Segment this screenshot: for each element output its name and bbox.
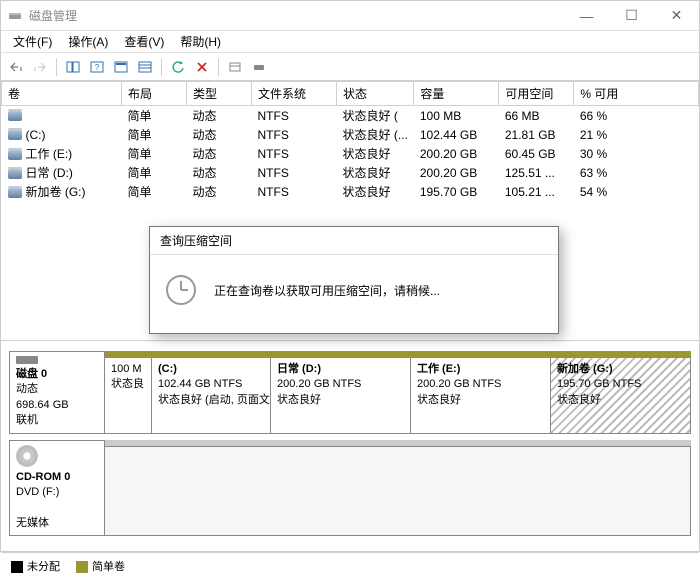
partition-g[interactable]: 新加卷 (G:) 195.70 GB NTFS 状态良好 (550, 357, 691, 434)
volume-icon (8, 188, 22, 198)
disk-title: 磁盘 0 (16, 368, 47, 380)
partition-d[interactable]: 日常 (D:) 200.20 GB NTFS 状态良好 (270, 357, 411, 434)
disk-state: 联机 (16, 414, 38, 426)
cdrom-header[interactable]: CD-ROM 0 DVD (F:) 无媒体 (9, 440, 105, 537)
disk-layout-button[interactable] (248, 56, 270, 78)
table-row[interactable]: 简单动态NTFS状态良好 (100 MB66 MB66 % (2, 106, 699, 126)
col-status[interactable]: 状态 (337, 82, 414, 106)
cdrom-partition[interactable] (104, 446, 691, 537)
cdrom-icon (16, 445, 38, 467)
volume-table: 卷 布局 类型 文件系统 状态 容量 可用空间 % 可用 简单动态NTFS状态良… (1, 81, 699, 201)
col-layout[interactable]: 布局 (122, 82, 187, 106)
partition-strip: 100 M 状态良 (C:) 102.44 GB NTFS 状态良好 (启动, … (105, 351, 691, 434)
legend-unallocated: 未分配 (11, 558, 60, 574)
disk-map-area: 磁盘 0 动态 698.64 GB 联机 100 M 状态良 (C:) 102.… (1, 341, 699, 553)
maximize-button[interactable]: ☐ (609, 1, 654, 31)
disk-icon (16, 356, 38, 364)
volume-icon (8, 169, 22, 179)
table-row[interactable]: 新加卷 (G:)简单动态NTFS状态良好195.70 GB105.21 ...5… (2, 182, 699, 201)
cdrom-title: CD-ROM 0 (16, 471, 70, 483)
menu-help[interactable]: 帮助(H) (172, 31, 229, 52)
disk-row-0: 磁盘 0 动态 698.64 GB 联机 100 M 状态良 (C:) 102.… (9, 351, 691, 434)
properties-button[interactable] (110, 56, 132, 78)
menu-bar: 文件(F) 操作(A) 查看(V) 帮助(H) (1, 31, 699, 53)
col-capacity[interactable]: 容量 (414, 82, 499, 106)
cdrom-state: 无媒体 (16, 517, 49, 529)
legend: 未分配 简单卷 (1, 553, 699, 579)
volume-icon (8, 130, 22, 140)
window-controls: — ☐ ✕ (564, 1, 699, 31)
app-icon (7, 8, 23, 24)
close-button[interactable]: ✕ (654, 1, 699, 31)
menu-file[interactable]: 文件(F) (5, 31, 60, 52)
cdrom-strip (105, 440, 691, 537)
help-button[interactable]: ? (86, 56, 108, 78)
volume-icon (8, 150, 22, 160)
partition-system[interactable]: 100 M 状态良 (104, 357, 152, 434)
show-hide-tree-button[interactable] (62, 56, 84, 78)
forward-button[interactable] (29, 56, 51, 78)
toolbar-separator (56, 58, 57, 76)
legend-simple: 简单卷 (76, 558, 125, 574)
partition-c[interactable]: (C:) 102.44 GB NTFS 状态良好 (启动, 页面文 (151, 357, 271, 434)
shrink-query-dialog: 查询压缩空间 正在查询卷以获取可用压缩空间，请稍候... (149, 226, 559, 334)
dialog-message: 正在查询卷以获取可用压缩空间，请稍候... (214, 282, 440, 299)
dialog-body: 正在查询卷以获取可用压缩空间，请稍候... (150, 255, 558, 333)
disk-row-cdrom: CD-ROM 0 DVD (F:) 无媒体 (9, 440, 691, 537)
swatch-unallocated (11, 561, 23, 573)
table-header-row: 卷 布局 类型 文件系统 状态 容量 可用空间 % 可用 (2, 82, 699, 106)
list-view-button[interactable] (134, 56, 156, 78)
settings-button[interactable] (224, 56, 246, 78)
menu-view[interactable]: 查看(V) (116, 31, 172, 52)
disk-kind: 动态 (16, 383, 38, 395)
svg-text:?: ? (95, 63, 100, 72)
col-volume[interactable]: 卷 (2, 82, 122, 106)
dialog-title: 查询压缩空间 (150, 227, 558, 255)
toolbar-separator (218, 58, 219, 76)
toolbar-separator (161, 58, 162, 76)
minimize-button[interactable]: — (564, 1, 609, 31)
title-bar: 磁盘管理 — ☐ ✕ (1, 1, 699, 31)
table-row[interactable]: 日常 (D:)简单动态NTFS状态良好200.20 GB125.51 ...63… (2, 163, 699, 182)
toolbar: ? (1, 53, 699, 81)
col-type[interactable]: 类型 (187, 82, 252, 106)
col-pctfree[interactable]: % 可用 (574, 82, 699, 106)
menu-action[interactable]: 操作(A) (60, 31, 116, 52)
swatch-simple (76, 561, 88, 573)
table-row[interactable]: 工作 (E:)简单动态NTFS状态良好200.20 GB60.45 GB30 % (2, 144, 699, 163)
window-title: 磁盘管理 (29, 7, 564, 24)
partition-e[interactable]: 工作 (E:) 200.20 GB NTFS 状态良好 (410, 357, 551, 434)
delete-button[interactable] (191, 56, 213, 78)
disk-size: 698.64 GB (16, 399, 69, 411)
refresh-button[interactable] (167, 56, 189, 78)
volume-icon (8, 111, 22, 121)
col-free[interactable]: 可用空间 (499, 82, 574, 106)
back-button[interactable] (5, 56, 27, 78)
clock-icon (166, 275, 196, 305)
disk-header-0[interactable]: 磁盘 0 动态 698.64 GB 联机 (9, 351, 105, 434)
col-filesystem[interactable]: 文件系统 (252, 82, 337, 106)
table-row[interactable]: (C:)简单动态NTFS状态良好 (...102.44 GB21.81 GB21… (2, 125, 699, 144)
cdrom-kind: DVD (F:) (16, 486, 59, 498)
